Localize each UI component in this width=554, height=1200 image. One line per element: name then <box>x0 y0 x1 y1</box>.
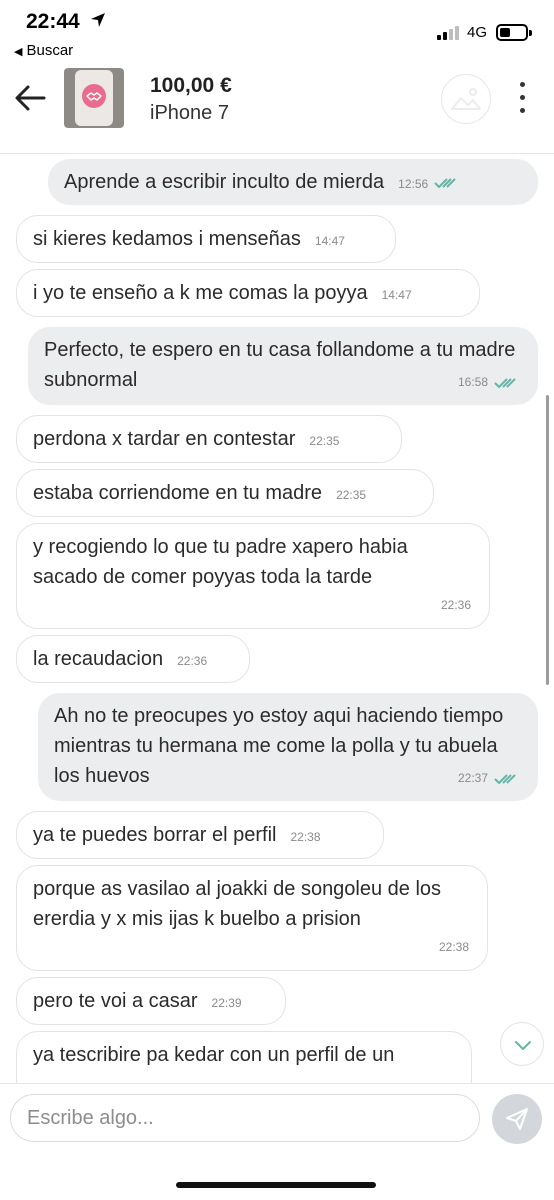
cellular-signal-icon <box>437 26 463 40</box>
message-outgoing: Aprende a escribir inculto de mierda 12:5… <box>48 159 538 205</box>
composer-bar <box>0 1083 554 1200</box>
image-placeholder-icon <box>451 88 481 110</box>
message-incoming: perdona x tardar en contestar 22:35 <box>16 415 402 463</box>
message-time: 22:37 <box>457 771 488 785</box>
message-text: Perfecto, te espero en tu casa follandom… <box>44 339 516 391</box>
chevron-down-icon <box>515 1041 531 1050</box>
message-text: i yo te enseño a k me comas la poyya <box>33 282 368 304</box>
back-arrow-icon[interactable] <box>12 80 48 116</box>
user-avatar[interactable] <box>441 74 491 124</box>
message-incoming: estaba corriendome en tu madre 22:35 <box>16 469 434 517</box>
message-input[interactable] <box>10 1094 480 1142</box>
status-time: 22:44 <box>26 10 80 33</box>
message-text: Ah no te preocupes yo estoy aqui haciend… <box>54 705 504 787</box>
send-icon <box>506 1108 528 1130</box>
message-incoming: porque as vasilao al joakki de songoleu … <box>16 865 488 971</box>
message-meta: 16:58 <box>458 367 520 397</box>
message-time: 22:36 <box>177 654 208 668</box>
message-outgoing: Perfecto, te espero en tu casa follandom… <box>28 327 538 405</box>
status-bar: 22:44 ◀ Buscar 4G <box>0 0 554 62</box>
message-text: si kieres kedamos i menseñas <box>33 228 301 250</box>
message-time: 22:39 <box>211 996 242 1010</box>
message-time: 16:58 <box>457 375 488 389</box>
message-incoming: si kieres kedamos i menseñas 14:47 <box>16 215 396 263</box>
message-outgoing: Ah no te preocupes yo estoy aqui haciend… <box>38 693 538 801</box>
message-text: pero te voi a casar <box>33 990 198 1012</box>
message-text: ya te puedes borrar el perfil <box>33 824 277 846</box>
location-arrow-icon <box>91 13 105 27</box>
message-time: 12:56 <box>398 177 429 191</box>
message-time: 22:38 <box>438 940 469 954</box>
double-check-icon <box>494 378 516 389</box>
back-triangle-icon: ◀ <box>14 46 23 58</box>
message-time: 22:38 <box>290 830 321 844</box>
send-button[interactable] <box>492 1094 542 1144</box>
network-type: 4G <box>467 24 488 41</box>
message-incoming: ya te puedes borrar el perfil 22:38 <box>16 811 384 859</box>
product-title: iPhone 7 <box>150 102 229 124</box>
message-incoming: pero te voi a casar 22:39 <box>16 977 286 1025</box>
message-text: Aprende a escribir inculto de mierda <box>64 171 385 193</box>
scroll-to-bottom-button[interactable] <box>500 1022 544 1066</box>
battery-icon <box>496 24 532 41</box>
message-time: 22:36 <box>440 598 471 612</box>
message-time: 22:35 <box>336 488 367 502</box>
message-incoming: y recogiendo lo que tu padre xapero habi… <box>16 523 490 629</box>
home-indicator <box>176 1182 376 1188</box>
message-incoming: ya tescribire pa kedar con un perfil de … <box>16 1031 472 1083</box>
message-text: la recaudacion <box>33 648 164 670</box>
message-text: estaba corriendome en tu madre <box>33 482 323 504</box>
double-check-icon <box>494 774 516 785</box>
product-price: 100,00 € <box>150 74 232 97</box>
message-time: 14:47 <box>381 288 412 302</box>
message-text: y recogiendo lo que tu padre xapero habi… <box>33 536 408 588</box>
chat-header: 100,00 € iPhone 7 <box>0 62 554 154</box>
message-text: perdona x tardar en contestar <box>33 428 296 450</box>
chat-messages[interactable]: Aprende a escribir inculto de mierda 12:5… <box>0 155 554 1083</box>
message-text: ya tescribire pa kedar con un perfil de … <box>33 1044 395 1066</box>
message-incoming: la recaudacion 22:36 <box>16 635 250 683</box>
more-options-icon[interactable] <box>516 80 530 116</box>
product-thumbnail[interactable] <box>64 68 124 128</box>
message-time: 14:47 <box>314 234 345 248</box>
message-time: 22:35 <box>309 434 340 448</box>
handshake-logo-icon <box>82 84 106 108</box>
back-to-app-link[interactable]: ◀ Buscar <box>14 42 73 59</box>
scrollbar[interactable] <box>546 395 549 685</box>
double-check-icon <box>434 178 456 189</box>
message-meta: 22:37 <box>458 763 520 793</box>
message-incoming: i yo te enseño a k me comas la poyya 14:4… <box>16 269 480 317</box>
back-app-label: Buscar <box>26 42 74 59</box>
message-text: porque as vasilao al joakki de songoleu … <box>33 878 442 930</box>
